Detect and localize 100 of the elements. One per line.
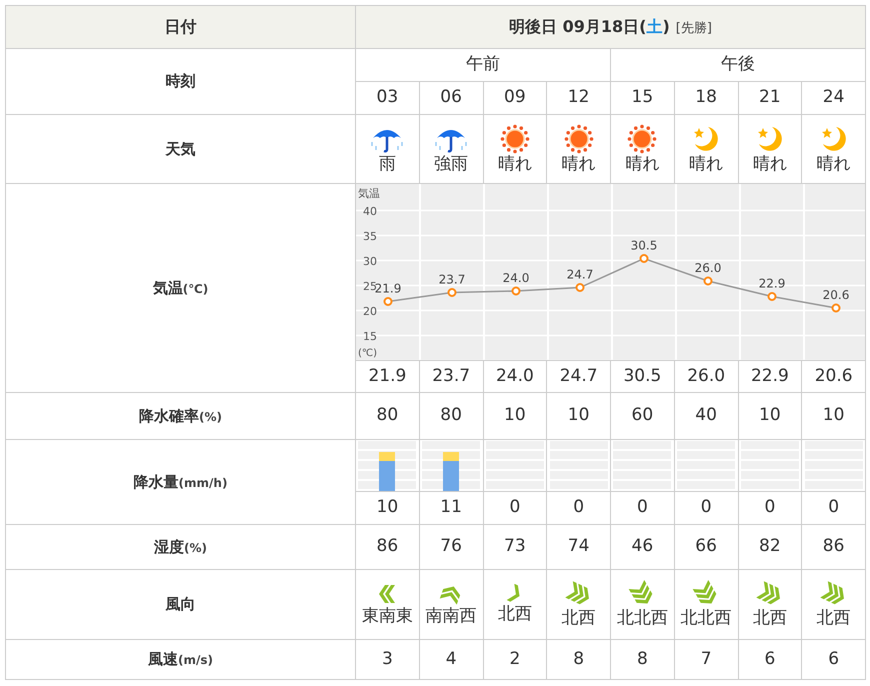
bar-chart-background <box>677 440 736 490</box>
axis-title: 気温 <box>358 187 380 200</box>
data-label: 26.0 <box>694 261 722 275</box>
data-label: 24.7 <box>566 268 594 282</box>
row-header: 気温(℃) <box>152 278 208 297</box>
table-cell: 0 <box>573 497 584 518</box>
table-cell: 2 <box>509 648 520 669</box>
data-label: 24.0 <box>502 271 530 285</box>
table-cell: 03 <box>376 87 398 108</box>
table-cell: 74 <box>568 536 590 556</box>
table-cell: 09 <box>504 87 526 108</box>
table-cell: 26.0 <box>687 366 726 386</box>
bar-chart-background <box>804 440 863 490</box>
table-cell: 73 <box>504 536 526 556</box>
table-cell: 24.7 <box>560 366 598 386</box>
row-header: 風向 <box>166 595 196 614</box>
table-cell: 0 <box>700 497 712 518</box>
axis-tick-label: 20 <box>363 305 377 318</box>
row-header: 湿度(%) <box>154 538 207 556</box>
table-cell: 0 <box>509 497 520 518</box>
weather-text: 雨 <box>378 154 396 174</box>
table-cell: 12 <box>568 87 590 108</box>
table-cell: 18 <box>695 87 717 108</box>
bar-chart-background <box>613 440 672 490</box>
period-label: 午後 <box>721 54 755 74</box>
table-cell: 0 <box>636 497 648 518</box>
weather-text: 晴れ <box>562 154 596 174</box>
table-cell: 11 <box>440 497 462 518</box>
data-point <box>768 292 776 301</box>
axis-tick-label: 30 <box>363 255 377 268</box>
table-cell: 46 <box>632 536 654 556</box>
table-cell: 0 <box>764 497 776 518</box>
bar-chart-background <box>740 440 799 490</box>
table-cell: 21.9 <box>368 366 406 386</box>
bar-chart-background <box>550 440 608 490</box>
table-cell: 20.6 <box>814 366 853 386</box>
table-cell: 24.0 <box>496 366 534 386</box>
table-cell: 10 <box>822 405 844 426</box>
wind-direction-text: 北北西 <box>680 609 732 629</box>
row-header: 天気 <box>166 140 196 158</box>
wind-direction-text: 北西 <box>498 605 532 625</box>
wind-direction-text: 東南東 <box>362 607 413 627</box>
axis-unit: (℃) <box>358 348 378 359</box>
wind-direction-text: 北西 <box>816 609 851 629</box>
sun-icon <box>564 124 594 154</box>
table-cell: 21 <box>759 87 781 108</box>
data-label: 21.9 <box>374 282 402 296</box>
table-cell: 4 <box>446 648 457 669</box>
table-cell: 10 <box>759 405 781 426</box>
precipitation-bar <box>443 452 460 490</box>
data-label: 22.9 <box>758 276 786 290</box>
data-point <box>384 297 392 306</box>
weather-text: 晴れ <box>752 154 787 174</box>
table-cell: 60 <box>632 405 654 426</box>
wind-direction-text: 南南西 <box>426 607 477 627</box>
axis-tick-label: 25 <box>363 280 377 293</box>
table-cell: 8 <box>636 648 648 669</box>
axis-tick-label: 15 <box>363 330 377 343</box>
weather-text: 強雨 <box>434 154 468 174</box>
table-cell: 15 <box>632 87 654 108</box>
table-cell: 86 <box>376 536 398 556</box>
table-cell: 6 <box>828 648 840 669</box>
table-cell: 80 <box>376 405 398 426</box>
table-cell: 76 <box>440 536 462 556</box>
wind-direction-text: 北西 <box>752 609 787 629</box>
table-cell: 3 <box>382 648 393 669</box>
weather-text: 晴れ <box>689 154 724 174</box>
table-cell: 66 <box>695 536 717 556</box>
table-cell: 86 <box>822 536 844 556</box>
table-cell: 6 <box>764 648 776 669</box>
bar-chart-background <box>486 440 544 490</box>
axis-tick-label: 40 <box>363 205 377 218</box>
data-label: 23.7 <box>438 272 466 286</box>
data-label: 30.5 <box>630 238 658 252</box>
row-header: 降水量(mm/h) <box>134 472 228 491</box>
table-cell: 10 <box>568 405 590 426</box>
wind-direction-text: 北西 <box>562 609 596 629</box>
table-cell: 8 <box>573 648 584 669</box>
table-cell: 10 <box>376 497 398 518</box>
table-cell: 10 <box>504 405 526 426</box>
rokuyo-label: [先勝] <box>676 20 712 36</box>
column-header: 日付 <box>164 16 196 36</box>
sun-icon <box>627 124 658 154</box>
table-cell: 40 <box>695 405 717 426</box>
weather-text: 晴れ <box>625 154 660 174</box>
wind-direction-text: 北北西 <box>616 609 668 629</box>
table-cell: 7 <box>700 648 712 669</box>
table-cell: 22.9 <box>750 366 789 386</box>
precipitation-bar <box>379 452 396 490</box>
table-cell: 24 <box>822 87 844 108</box>
table-cell: 80 <box>440 405 462 426</box>
sun-icon <box>500 124 530 154</box>
table-cell: 06 <box>440 87 462 108</box>
data-label: 20.6 <box>822 288 850 302</box>
row-header: 降水確率(%) <box>139 406 222 425</box>
row-header: 時刻 <box>166 72 196 90</box>
period-label: 午前 <box>466 54 500 74</box>
table-cell: 0 <box>828 497 840 518</box>
weather-text: 晴れ <box>816 154 851 174</box>
table-cell: 30.5 <box>623 366 662 386</box>
